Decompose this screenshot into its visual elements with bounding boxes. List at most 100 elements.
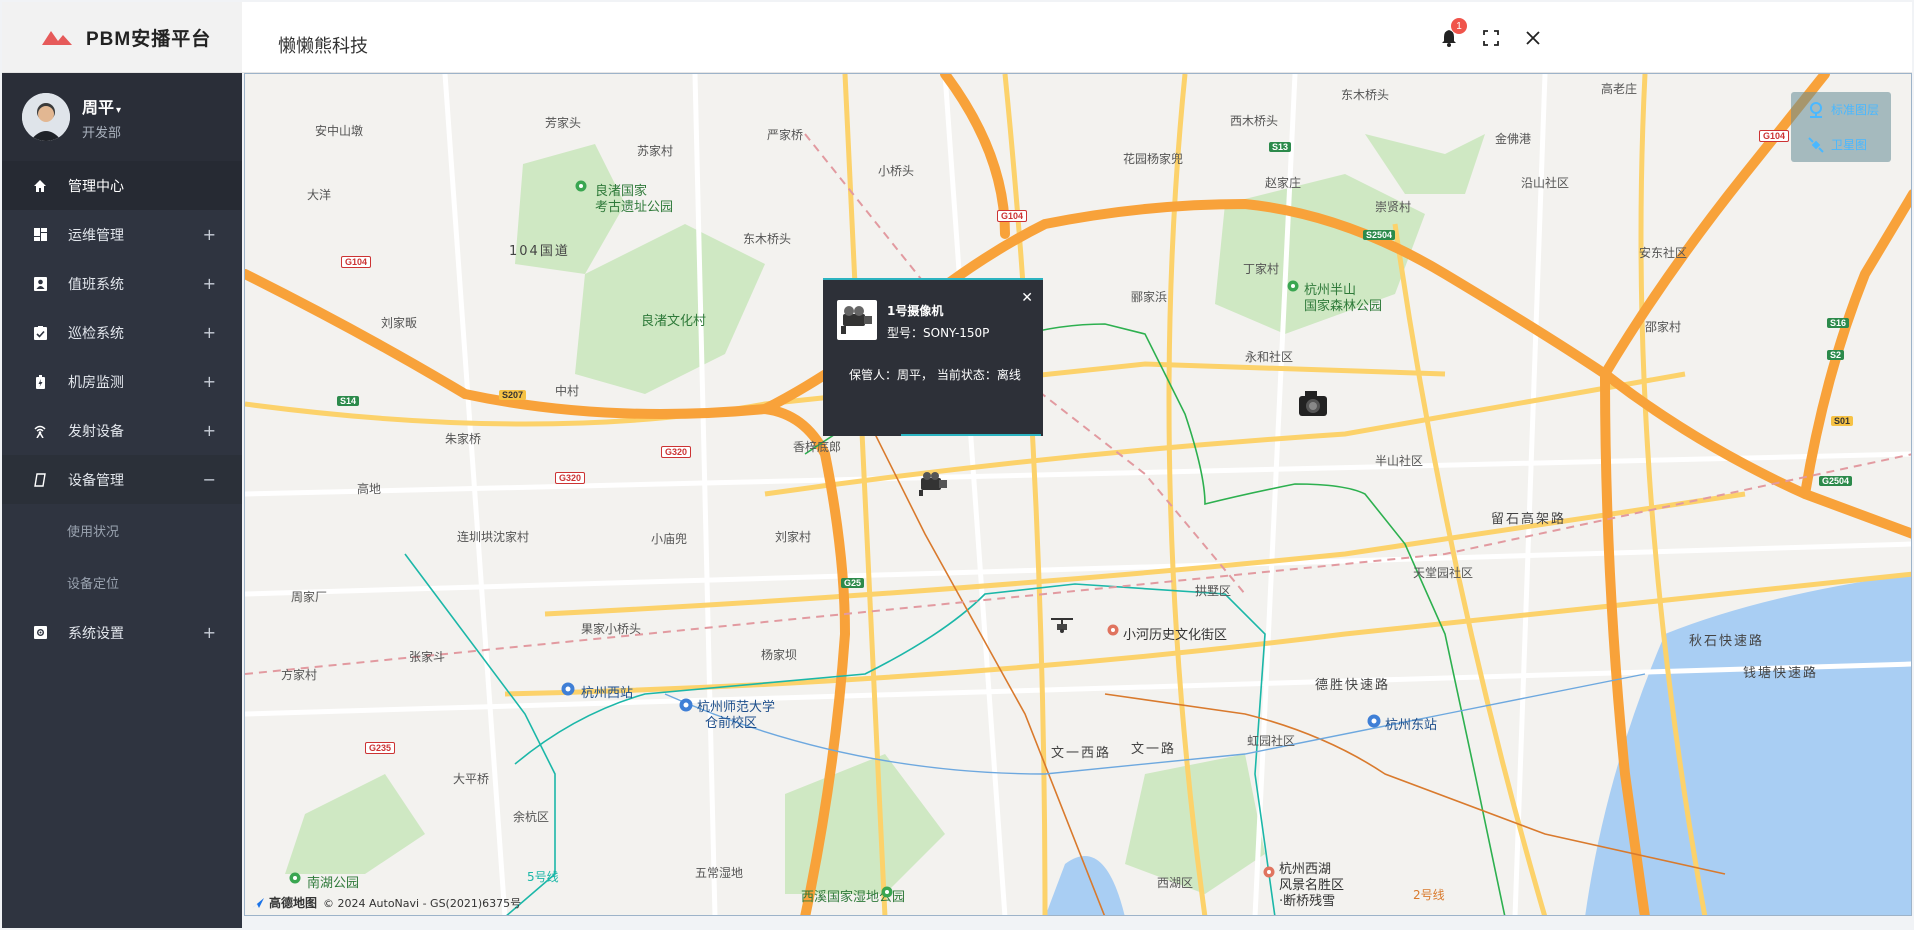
map-label: 半山社区 <box>1375 454 1424 468</box>
layer-satellite[interactable]: 卫星图 <box>1791 127 1891 162</box>
amap-logo-icon <box>252 897 264 908</box>
map-label: 留石高架路 <box>1491 512 1567 527</box>
user-name[interactable]: 周平 ▾ <box>82 94 121 118</box>
drone-marker-icon[interactable] <box>1049 616 1075 634</box>
landmark-pin-icon[interactable] <box>1107 624 1119 638</box>
notification-bell-icon[interactable]: 1 <box>1437 18 1467 50</box>
fullscreen-icon[interactable] <box>1479 26 1503 50</box>
road-shield: S14 <box>337 396 360 406</box>
nav-item-label: 值班系统 <box>68 276 124 293</box>
nav-item-management-center[interactable]: 管理中心 <box>2 161 242 210</box>
poi-pin-icon[interactable] <box>575 180 587 194</box>
notification-badge: 1 <box>1451 18 1467 34</box>
video-camera-thumbnail-icon <box>841 306 872 334</box>
map-label: 2号线 <box>1413 888 1445 902</box>
road-shield: S2 <box>1827 350 1845 360</box>
map-label: 崇贤村 <box>1375 200 1412 214</box>
map-copyright: 高德地图 © 2024 AutoNavi - GS(2021)6375号 <box>251 894 521 911</box>
battery-icon <box>32 374 48 390</box>
expand-icon[interactable]: + <box>203 274 216 293</box>
expand-icon[interactable]: + <box>203 323 216 342</box>
road-shield: G104 <box>341 256 372 268</box>
map-label: 小桥头 <box>878 164 915 178</box>
user-panel[interactable]: 周平 ▾ 开发部 <box>2 73 242 161</box>
map-label: 104国道 <box>509 244 570 259</box>
device-thumbnail <box>837 300 877 340</box>
map-label: 周家厂 <box>291 590 328 604</box>
map-label: 赵家庄 <box>1265 176 1302 190</box>
road-shield: G235 <box>365 742 396 754</box>
road-shield: S16 <box>1827 318 1850 328</box>
map-label: ·断桥残雪 <box>1279 894 1336 909</box>
map-label: 连圳垬沈家村 <box>457 530 530 544</box>
map-label: 安中山墩 <box>315 124 364 138</box>
app-root: PBM安播平台 周平 ▾ 开发部 管理中心 运维管理 + 值班系统 + 巡检系统… <box>0 0 1914 930</box>
device-name: 1号摄像机 <box>887 304 944 318</box>
video-camera-marker-icon[interactable] <box>917 470 949 498</box>
sidebar-nav: 管理中心 运维管理 + 值班系统 + 巡检系统 + 机房监测 + 发射设备 + … <box>2 161 242 657</box>
map-label: 东木桥头 <box>1341 88 1390 102</box>
subnav-item-device-location[interactable]: 设备定位 <box>2 556 242 608</box>
nav-item-system-settings[interactable]: 系统设置 + <box>2 608 242 657</box>
road-shield: S207 <box>499 390 527 400</box>
nav-item-device-management[interactable]: 设备管理 − <box>2 455 242 504</box>
map-label: 西湖区 <box>1157 876 1194 890</box>
road-shield: S01 <box>1831 416 1854 426</box>
poi-pin-icon[interactable] <box>1287 280 1299 294</box>
caret-down-icon: ▾ <box>116 104 122 116</box>
popup-accent-bar <box>901 434 1041 436</box>
nav-item-label: 机房监测 <box>68 374 124 391</box>
map-label: 高地 <box>357 482 382 496</box>
user-dept: 开发部 <box>82 125 122 141</box>
nav-item-transmitter[interactable]: 发射设备 + <box>2 406 242 455</box>
expand-icon[interactable]: + <box>203 225 216 244</box>
nav-item-duty[interactable]: 值班系统 + <box>2 259 242 308</box>
map-label: 丁家村 <box>1243 262 1280 276</box>
map-label: 小河历史文化街区 <box>1123 628 1228 643</box>
expand-icon[interactable]: + <box>203 372 216 391</box>
close-icon[interactable] <box>1521 26 1545 50</box>
poi-pin-icon[interactable] <box>289 872 301 886</box>
avatar[interactable] <box>22 93 70 141</box>
device-model: 型号：SONY-150P <box>887 326 990 340</box>
poi-pin-icon[interactable] <box>881 886 893 900</box>
photo-camera-marker-icon[interactable] <box>1297 388 1329 418</box>
user-name-text: 周平 <box>82 97 115 117</box>
nav-item-inspection[interactable]: 巡检系统 + <box>2 308 242 357</box>
antenna-icon <box>32 423 48 439</box>
map-label: 杨家坝 <box>761 648 798 662</box>
station-pin-icon[interactable] <box>1367 714 1381 730</box>
device-status: 保管人：周平， 当前状态：离线 <box>849 368 1021 382</box>
layer-standard[interactable]: 标准图层 <box>1791 92 1891 127</box>
collapse-icon[interactable]: − <box>203 470 216 489</box>
map-label: 邵家村 <box>1645 320 1682 334</box>
school-pin-icon[interactable] <box>679 698 693 714</box>
subnav-device-management: 使用状况 设备定位 <box>2 504 242 608</box>
nav-item-label: 系统设置 <box>68 625 124 642</box>
map-label: 芳家头 <box>545 116 582 130</box>
map-label: 西木桥头 <box>1230 114 1279 128</box>
map-label: 5号线 <box>527 870 559 884</box>
map-label: 永和社区 <box>1245 350 1294 364</box>
popup-close-icon[interactable]: ✕ <box>1021 290 1033 306</box>
map-label: 中村 <box>555 384 580 398</box>
map-label: 文一路 <box>1131 742 1177 757</box>
expand-icon[interactable]: + <box>203 623 216 642</box>
map-label: 杭州西站 <box>581 686 634 701</box>
layer-satellite-label: 卫星图 <box>1831 138 1868 152</box>
map-label: 小庙兜 <box>651 532 688 546</box>
landmark-pin-icon[interactable] <box>1263 866 1275 880</box>
expand-icon[interactable]: + <box>203 421 216 440</box>
map-label: 果家小桥头 <box>581 622 642 636</box>
station-pin-icon[interactable] <box>561 682 575 698</box>
nav-item-operations[interactable]: 运维管理 + <box>2 210 242 259</box>
nav-item-room-monitor[interactable]: 机房监测 + <box>2 357 242 406</box>
device-icon <box>32 472 48 488</box>
map-pin-layer-icon <box>1810 101 1822 118</box>
map-label: 朱家桥 <box>445 432 482 446</box>
map-view[interactable]: 良渚国家 考古遗址公园 良渚文化村 104国道 杭州半山 国家森林公园 杭州西站… <box>244 73 1912 916</box>
road-shield: G25 <box>841 578 865 588</box>
check-clipboard-icon <box>32 325 48 341</box>
map-label: 沿山社区 <box>1521 176 1570 190</box>
subnav-item-usage[interactable]: 使用状况 <box>2 504 242 556</box>
